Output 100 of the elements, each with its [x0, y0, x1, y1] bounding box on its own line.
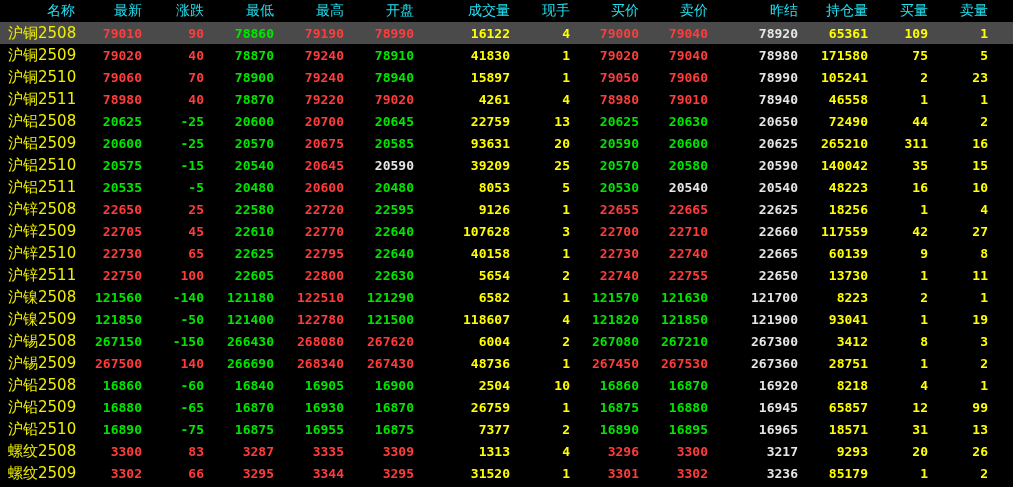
column-header[interactable]: 卖量 [960, 2, 988, 20]
table-cell: 79240 [304, 69, 344, 85]
table-cell: 20590 [374, 157, 414, 173]
table-cell: 22665 [668, 201, 708, 217]
table-cell: 10 [554, 377, 570, 393]
table-cell: 265210 [821, 135, 868, 151]
table-cell: 1 [562, 47, 570, 63]
column-header[interactable]: 昨结 [770, 2, 798, 20]
column-header[interactable]: 买量 [900, 2, 928, 20]
column-header[interactable]: 名称 [47, 2, 75, 20]
table-cell: 3287 [242, 443, 274, 459]
quote-row[interactable]: 沪锡2509 267500 140 266690 268340 267430 48736 1 267450 267530 267360 28751 1 2 [0, 352, 1013, 374]
table-cell: 100 [180, 267, 204, 283]
table-cell: 22705 [102, 223, 142, 239]
column-header[interactable]: 最新 [114, 2, 142, 20]
table-cell: 16122 [470, 25, 510, 41]
column-header[interactable]: 持仓量 [826, 2, 868, 20]
quote-row[interactable]: 沪锌2509 22705 45 22610 22770 22640 107628 3 22700 22710 22660 117559 42 27 [0, 220, 1013, 242]
contract-name: 沪铅2509 [7, 397, 77, 417]
table-cell: 1 [920, 311, 928, 327]
quote-row[interactable]: 沪铝2508 20625 -25 20600 20700 20645 22759 13 20625 20630 20650 72490 44 2 [0, 110, 1013, 132]
column-header[interactable]: 现手 [542, 2, 570, 20]
table-cell: 4 [562, 25, 570, 41]
quote-row[interactable]: 螺纹2508 3300 83 3287 3335 3309 1313 4 3296 3300 3217 9293 20 26 [0, 440, 1013, 462]
quote-row[interactable]: 沪铅2508 16860 -60 16840 16905 16900 2504 10 16860 16870 16920 8218 4 1 [0, 374, 1013, 396]
table-cell: -25 [180, 113, 204, 129]
table-cell: 3301 [607, 465, 639, 481]
quote-row[interactable]: 沪镍2509 121850 -50 121400 122780 121500 118607 4 121820 121850 121900 93041 1 19 [0, 308, 1013, 330]
quote-row[interactable]: 沪铜2509 79020 40 78870 79240 78910 41830 1 79020 79040 78980 171580 75 5 [0, 44, 1013, 66]
quote-row[interactable]: 沪锡2508 267150 -150 266430 268080 267620 6004 2 267080 267210 267300 3412 8 3 [0, 330, 1013, 352]
table-cell: 1 [980, 289, 988, 305]
table-cell: 267430 [367, 355, 414, 371]
column-header[interactable]: 涨跌 [176, 2, 204, 20]
quote-row[interactable]: 螺纹2509 3302 66 3295 3344 3295 31520 1 3301 3302 3236 85179 1 2 [0, 462, 1013, 484]
table-cell: 93041 [828, 311, 868, 327]
table-cell: 3309 [382, 443, 414, 459]
table-cell: 1 [562, 355, 570, 371]
table-cell: 78900 [234, 69, 274, 85]
table-cell: 78940 [374, 69, 414, 85]
table-cell: 22655 [599, 201, 639, 217]
table-cell: -75 [180, 421, 204, 437]
table-cell: 5654 [478, 267, 510, 283]
table-cell: 22640 [374, 223, 414, 239]
table-cell: 20600 [304, 179, 344, 195]
table-cell: 79000 [599, 25, 639, 41]
table-cell: 79060 [102, 69, 142, 85]
table-cell: 8 [980, 245, 988, 261]
quote-row[interactable]: 沪锌2510 22730 65 22625 22795 22640 40158 1 22730 22740 22665 60139 9 8 [0, 242, 1013, 264]
table-cell: 16875 [599, 399, 639, 415]
table-cell: 46558 [828, 91, 868, 107]
table-cell: 121850 [95, 311, 142, 327]
contract-name: 沪铜2510 [7, 67, 77, 87]
quote-row[interactable]: 沪铜2510 79060 70 78900 79240 78940 15897 1 79050 79060 78990 105241 2 23 [0, 66, 1013, 88]
column-header[interactable]: 卖价 [680, 2, 708, 20]
table-cell: 13730 [828, 267, 868, 283]
table-cell: 27 [972, 223, 988, 239]
table-cell: 16965 [758, 421, 798, 437]
table-cell: 171580 [821, 47, 868, 63]
quote-row[interactable]: 沪铝2509 20600 -25 20570 20675 20585 93631 20 20590 20600 20625 265210 311 16 [0, 132, 1013, 154]
table-cell: -15 [180, 157, 204, 173]
quote-row[interactable]: 沪铜2508 79010 90 78860 79190 78990 16122 4 79000 79040 78920 65361 109 1 [0, 22, 1013, 44]
table-cell: 20625 [102, 113, 142, 129]
quote-row[interactable]: 沪铜2511 78980 40 78870 79220 79020 4261 4 78980 79010 78940 46558 1 1 [0, 88, 1013, 110]
quote-row[interactable]: 沪镍2508 121560 -140 121180 122510 121290 6582 1 121570 121630 121700 8223 2 1 [0, 286, 1013, 308]
column-header[interactable]: 最高 [316, 2, 344, 20]
table-cell: 3217 [766, 443, 798, 459]
table-cell: 78990 [758, 69, 798, 85]
quote-row[interactable]: 沪铅2510 16890 -75 16875 16955 16875 7377 2 16890 16895 16965 18571 31 13 [0, 418, 1013, 440]
table-cell: 78940 [758, 91, 798, 107]
table-cell: 78980 [599, 91, 639, 107]
quote-row[interactable]: 沪锌2508 22650 25 22580 22720 22595 9126 1 22655 22665 22625 18256 1 4 [0, 198, 1013, 220]
table-cell: 31 [912, 421, 928, 437]
table-cell: 4 [920, 377, 928, 393]
table-cell: 22630 [374, 267, 414, 283]
column-header[interactable]: 成交量 [468, 2, 510, 20]
table-cell: 1 [562, 399, 570, 415]
table-cell: 79060 [668, 69, 708, 85]
column-header[interactable]: 买价 [611, 2, 639, 20]
column-header[interactable]: 开盘 [386, 2, 414, 20]
table-cell: 6582 [478, 289, 510, 305]
table-cell: 20590 [599, 135, 639, 151]
table-cell: -150 [172, 333, 204, 349]
table-cell: 22640 [374, 245, 414, 261]
table-cell: 121900 [751, 311, 798, 327]
table-cell: 16880 [668, 399, 708, 415]
quote-row[interactable]: 沪锌2511 22750 100 22605 22800 22630 5654 2 22740 22755 22650 13730 1 11 [0, 264, 1013, 286]
table-cell: 79020 [374, 91, 414, 107]
table-cell: 16930 [304, 399, 344, 415]
quote-row[interactable]: 沪铝2510 20575 -15 20540 20645 20590 39209 25 20570 20580 20590 140042 35 15 [0, 154, 1013, 176]
table-cell: 16900 [374, 377, 414, 393]
table-cell: 5 [980, 47, 988, 63]
table-cell: 20 [554, 135, 570, 151]
quote-row[interactable]: 沪铝2511 20535 -5 20480 20600 20480 8053 5 20530 20540 20540 48223 16 10 [0, 176, 1013, 198]
column-header[interactable]: 最低 [246, 2, 274, 20]
contract-name: 沪镍2509 [7, 309, 77, 329]
quote-row[interactable]: 沪铅2509 16880 -65 16870 16930 16870 26759 1 16875 16880 16945 65857 12 99 [0, 396, 1013, 418]
contract-name: 沪铜2509 [7, 45, 77, 65]
table-cell: 20535 [102, 179, 142, 195]
table-cell: 22720 [304, 201, 344, 217]
table-cell: 16875 [374, 421, 414, 437]
